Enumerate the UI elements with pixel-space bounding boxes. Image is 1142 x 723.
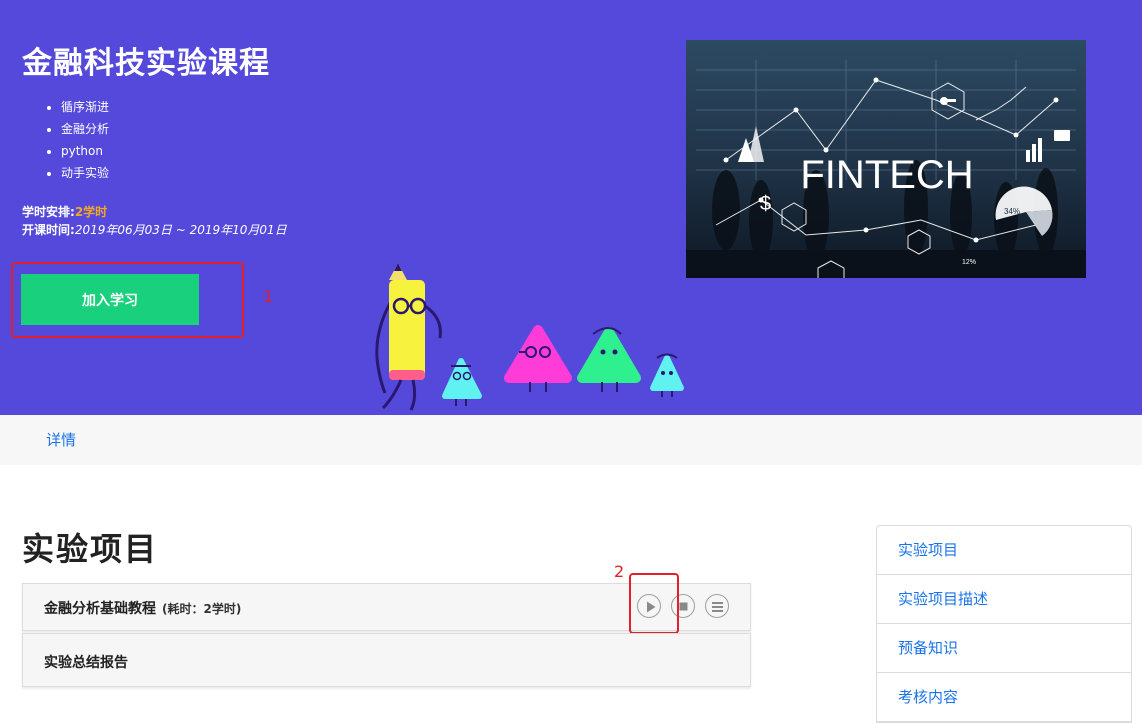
side-nav-item-projects[interactable]: 实验项目 xyxy=(877,526,1131,575)
course-tag: 循序渐进 xyxy=(61,96,109,118)
fintech-banner-image: FINTECH 34% 12% $ xyxy=(686,40,1086,278)
course-tag: 动手实验 xyxy=(61,162,109,184)
mascot-illustration xyxy=(375,263,684,411)
course-hours-label: 学时安排: xyxy=(22,205,75,219)
banner-percent-b: 12% xyxy=(962,259,976,266)
course-tag: 金融分析 xyxy=(61,118,109,140)
course-title: 金融科技实验课程 xyxy=(22,46,270,81)
banner-title: FINTECH xyxy=(800,153,973,197)
menu-icon xyxy=(712,602,723,612)
side-nav-item-description[interactable]: 实验项目描述 xyxy=(877,575,1131,624)
tab-detail[interactable]: 详情 xyxy=(46,430,76,450)
annotation-box-1 xyxy=(11,262,244,338)
course-dates-value: 2019年06月03日 ~ 2019年10月01日 xyxy=(74,223,287,237)
section-title: 实验项目 xyxy=(22,530,159,568)
project-title: 金融分析基础教程 xyxy=(44,601,156,617)
course-tag-list: 循序渐进 金融分析 python 动手实验 xyxy=(42,96,109,184)
course-hours: 学时安排:2学时 xyxy=(22,203,107,220)
project-duration: (耗时：2学时) xyxy=(162,602,242,616)
course-tag: python xyxy=(61,140,109,162)
annotation-label-1: 1 xyxy=(263,287,274,306)
project-row[interactable]: 实验总结报告 xyxy=(22,633,751,687)
banner-percent-a: 34% xyxy=(1004,207,1020,216)
tab-bar xyxy=(0,415,1142,465)
side-nav: 实验项目 实验项目描述 预备知识 考核内容 xyxy=(876,525,1132,723)
project-name: 金融分析基础教程 (耗时：2学时) xyxy=(44,598,241,618)
course-dates: 开课时间:2019年06月03日 ~ 2019年10月01日 xyxy=(22,221,287,238)
course-hero: 金融科技实验课程 循序渐进 金融分析 python 动手实验 学时安排:2学时 … xyxy=(0,0,1142,415)
dollar-icon: $ xyxy=(760,193,771,215)
annotation-label-2: 2 xyxy=(614,562,625,581)
side-nav-item-prerequisites[interactable]: 预备知识 xyxy=(877,624,1131,673)
menu-button[interactable] xyxy=(705,594,729,618)
course-hours-value: 2学时 xyxy=(74,205,108,219)
annotation-box-2 xyxy=(629,573,679,634)
course-dates-label: 开课时间: xyxy=(22,223,75,237)
side-nav-item-assessment[interactable]: 考核内容 xyxy=(877,673,1131,722)
project-title: 实验总结报告 xyxy=(44,655,128,671)
